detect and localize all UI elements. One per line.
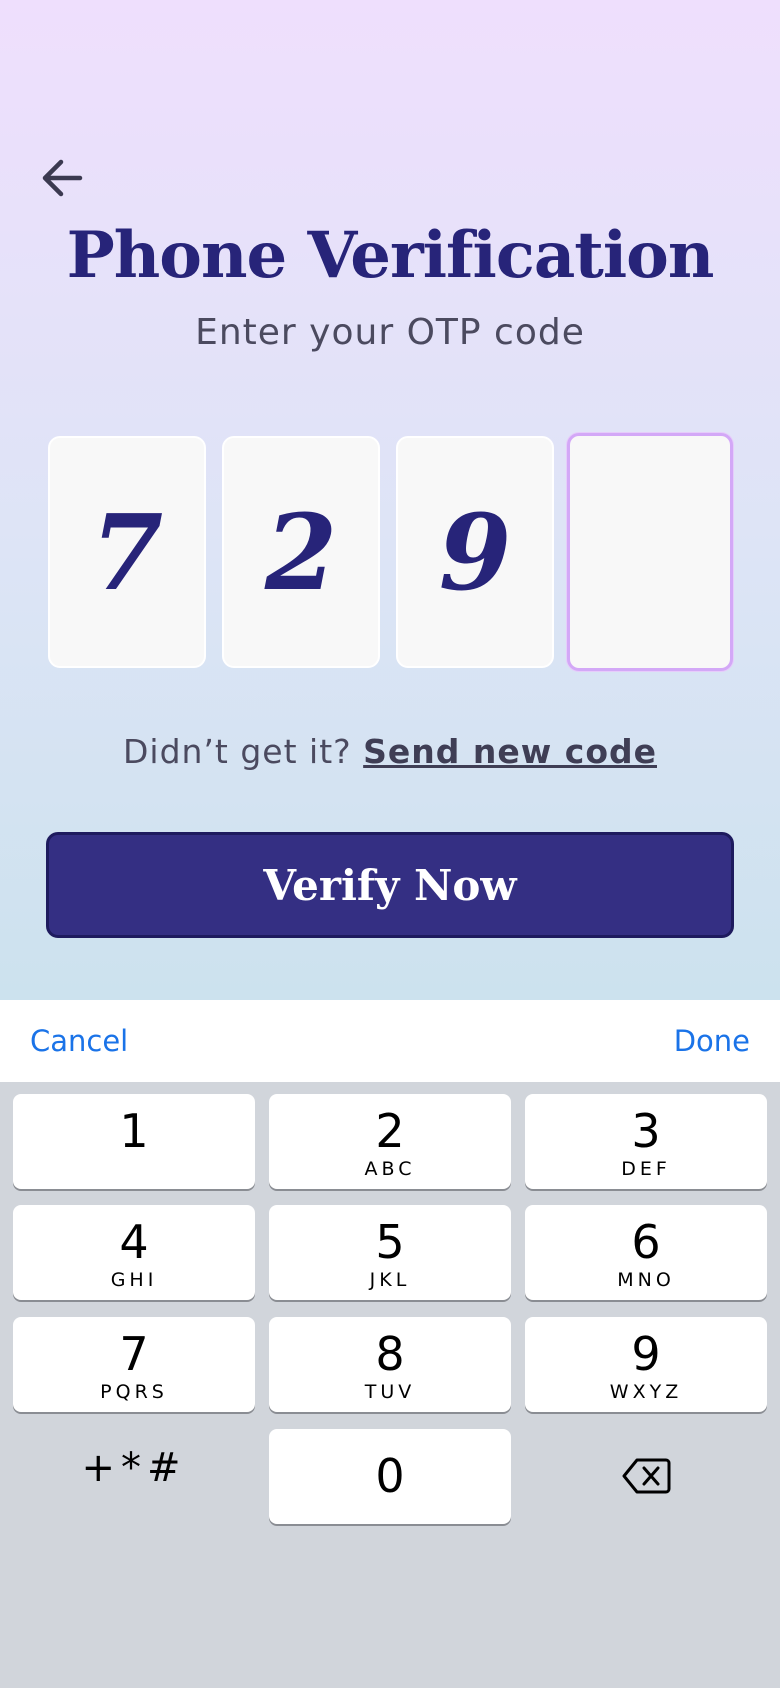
key-letters: MNO (617, 1269, 675, 1291)
verify-now-button[interactable]: Verify Now (46, 832, 734, 938)
verification-screen: Phone Verification Enter your OTP code 7… (0, 0, 780, 1000)
page-subtitle: Enter your OTP code (195, 312, 585, 353)
back-button[interactable] (36, 152, 88, 204)
symbols-label: +*# (81, 1445, 187, 1491)
keyboard-toolbar: Cancel Done (0, 1000, 780, 1082)
key-1[interactable]: 1 (13, 1094, 255, 1189)
key-number: 2 (375, 1104, 405, 1158)
key-8[interactable]: 8 TUV (269, 1317, 511, 1412)
arrow-left-icon (42, 159, 83, 197)
key-letters: GHI (110, 1269, 158, 1291)
page-title: Phone Verification (66, 218, 715, 293)
key-0[interactable]: 0 (269, 1429, 511, 1524)
key-number: 4 (119, 1215, 149, 1269)
key-letters: ABC (364, 1158, 416, 1180)
key-letters: PQRS (100, 1381, 168, 1403)
key-number: 6 (631, 1215, 661, 1269)
backspace-icon (622, 1458, 671, 1494)
key-number: 5 (375, 1215, 405, 1269)
key-number: 7 (119, 1327, 149, 1381)
key-number: 3 (631, 1104, 661, 1158)
otp-digit-3[interactable]: 9 (396, 436, 554, 668)
resend-prompt: Didn’t get it? (122, 732, 352, 771)
otp-digit-4[interactable] (567, 433, 733, 671)
otp-digit-2[interactable]: 2 (222, 436, 380, 668)
key-4[interactable]: 4 GHI (13, 1205, 255, 1300)
key-6[interactable]: 6 MNO (525, 1205, 767, 1300)
key-letters: TUV (364, 1381, 416, 1403)
key-letters: DEF (621, 1158, 671, 1180)
key-number: 1 (119, 1104, 149, 1158)
key-3[interactable]: 3 DEF (525, 1094, 767, 1189)
done-button[interactable]: Done (674, 1024, 750, 1058)
key-letters: WXYZ (609, 1381, 683, 1403)
otp-digit-1[interactable]: 7 (48, 436, 206, 668)
key-number: 9 (631, 1327, 661, 1381)
key-5[interactable]: 5 JKL (269, 1205, 511, 1300)
key-9[interactable]: 9 WXYZ (525, 1317, 767, 1412)
key-letters: JKL (369, 1269, 411, 1291)
key-number: 8 (375, 1327, 405, 1381)
resend-row: Didn’t get it? Send new code (0, 732, 780, 771)
cancel-button[interactable]: Cancel (30, 1024, 128, 1058)
key-7[interactable]: 7 PQRS (13, 1317, 255, 1412)
key-2[interactable]: 2 ABC (269, 1094, 511, 1189)
delete-key[interactable] (525, 1429, 767, 1524)
numeric-keypad: 1 2 ABC 3 DEF 4 GHI 5 JKL 6 MNO 7 PQRS 8… (0, 1082, 780, 1688)
symbols-key[interactable]: +*# (13, 1429, 255, 1524)
key-number: 0 (375, 1449, 405, 1503)
send-new-code-link[interactable]: Send new code (363, 732, 657, 771)
